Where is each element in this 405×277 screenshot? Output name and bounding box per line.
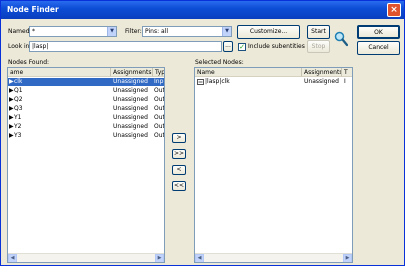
list-item[interactable]: ▶ Y3 Unassigned Outp [8, 132, 164, 140]
node-assignment: Unassigned [304, 78, 339, 85]
close-button[interactable]: × [387, 3, 401, 17]
named-combobox[interactable]: * ▼ [29, 26, 117, 37]
node-pin-icon: ▶ [9, 87, 14, 94]
stop-button: Stop [307, 40, 330, 53]
node-type: Outp [154, 114, 165, 121]
node-pin-icon: ▶ [9, 132, 14, 139]
node-name: Y2 [14, 123, 22, 130]
scroll-left-icon[interactable]: ◀ [195, 254, 204, 262]
node-assignment: Unassigned [113, 96, 148, 103]
node-pin-icon: ▶ [9, 105, 14, 112]
column-header-assignments[interactable]: Assignments [111, 68, 153, 77]
remove-button[interactable]: < [172, 165, 186, 175]
node-assignment: Unassigned [113, 132, 148, 139]
column-header-name[interactable]: Name [195, 68, 302, 77]
column-header-assignments[interactable]: Assignments [302, 68, 342, 77]
column-header-type[interactable]: Typ [153, 68, 164, 77]
node-assignment: Unassigned [113, 87, 148, 94]
selected-nodes-list[interactable]: Name Assignments T |lasp|clk Unassigned … [194, 67, 353, 263]
list-item[interactable]: ▶ Q1 Unassigned Outp [8, 87, 164, 95]
node-finder-window: Node Finder × Named: * ▼ Filter: Pins: a… [0, 0, 405, 266]
customize-button[interactable]: Customize... [237, 25, 300, 39]
list-item[interactable]: ▶ Q3 Unassigned Outp [8, 105, 164, 113]
node-name: Y3 [14, 132, 22, 139]
node-name: |lasp|clk [205, 78, 230, 85]
node-assignment: Unassigned [113, 123, 148, 130]
browse-button[interactable]: ... [223, 41, 233, 52]
node-name: Y1 [14, 114, 22, 121]
node-assignment: Unassigned [113, 105, 148, 112]
list-item[interactable]: ▶ Q2 Unassigned Outp [8, 96, 164, 104]
column-header-type[interactable]: T [342, 68, 352, 77]
include-subentities-checkbox[interactable]: ✓ [238, 43, 246, 51]
filter-combobox[interactable]: Pins: all ▼ [142, 26, 232, 37]
named-value: * [32, 28, 35, 35]
node-name: clk [14, 78, 23, 85]
named-label: Named: [8, 28, 32, 35]
chevron-down-icon[interactable]: ▼ [222, 27, 231, 36]
node-assignment: Unassigned [113, 114, 148, 121]
column-header-name[interactable]: ame [8, 68, 111, 77]
ok-button[interactable]: OK [357, 25, 400, 39]
node-name: Q1 [14, 87, 23, 94]
node-pin-icon: ▶ [9, 114, 14, 121]
node-type: Outp [154, 96, 165, 103]
node-type: I [344, 78, 346, 85]
node-pin-icon: ▶ [9, 96, 14, 103]
list-item[interactable]: ▶ clk Unassigned Inp [8, 78, 164, 86]
selected-nodes-label: Selected Nodes: [195, 59, 244, 66]
chevron-down-icon[interactable]: ▼ [107, 27, 116, 36]
node-type: Outp [154, 87, 165, 94]
scroll-right-icon[interactable]: ▶ [343, 254, 352, 262]
search-icon [334, 31, 348, 47]
node-type: Outp [154, 105, 165, 112]
scroll-right-icon[interactable]: ▶ [155, 254, 164, 262]
horizontal-scrollbar[interactable]: ◀ ▶ [195, 253, 352, 262]
look-in-label: Look in: [8, 43, 32, 50]
scroll-left-icon[interactable]: ◀ [8, 254, 17, 262]
node-pin-icon: ▶ [9, 78, 14, 85]
title-bar[interactable]: Node Finder × [1, 1, 404, 19]
node-name: Q3 [14, 105, 23, 112]
node-pin-icon: ▶ [9, 123, 14, 130]
horizontal-scrollbar[interactable]: ◀ ▶ [8, 253, 164, 262]
look-in-field[interactable]: |lasp| [29, 41, 222, 52]
list-item[interactable]: ▶ Y2 Unassigned Outp [8, 123, 164, 131]
include-subentities-label: Include subentities [248, 43, 305, 50]
list-item[interactable]: |lasp|clk Unassigned I [195, 78, 352, 86]
remove-all-button[interactable]: << [172, 181, 186, 191]
node-type: Inp [154, 78, 164, 85]
start-button[interactable]: Start [307, 25, 330, 39]
window-title: Node Finder [7, 5, 59, 14]
node-assignment: Unassigned [113, 78, 148, 85]
pin-icon [197, 79, 204, 85]
list-item[interactable]: ▶ Y1 Unassigned Outp [8, 114, 164, 122]
nodes-found-list[interactable]: ame Assignments Typ ▶ clk Unassigned Inp… [7, 67, 165, 263]
nodes-found-label: Nodes Found: [8, 59, 50, 66]
add-all-button[interactable]: >> [172, 149, 186, 159]
filter-value: Pins: all [145, 28, 169, 35]
node-type: Outp [154, 132, 165, 139]
node-type: Outp [154, 123, 165, 130]
add-button[interactable]: > [172, 133, 186, 143]
cancel-button[interactable]: Cancel [357, 41, 400, 55]
node-name: Q2 [14, 96, 23, 103]
filter-label: Filter: [125, 28, 142, 35]
